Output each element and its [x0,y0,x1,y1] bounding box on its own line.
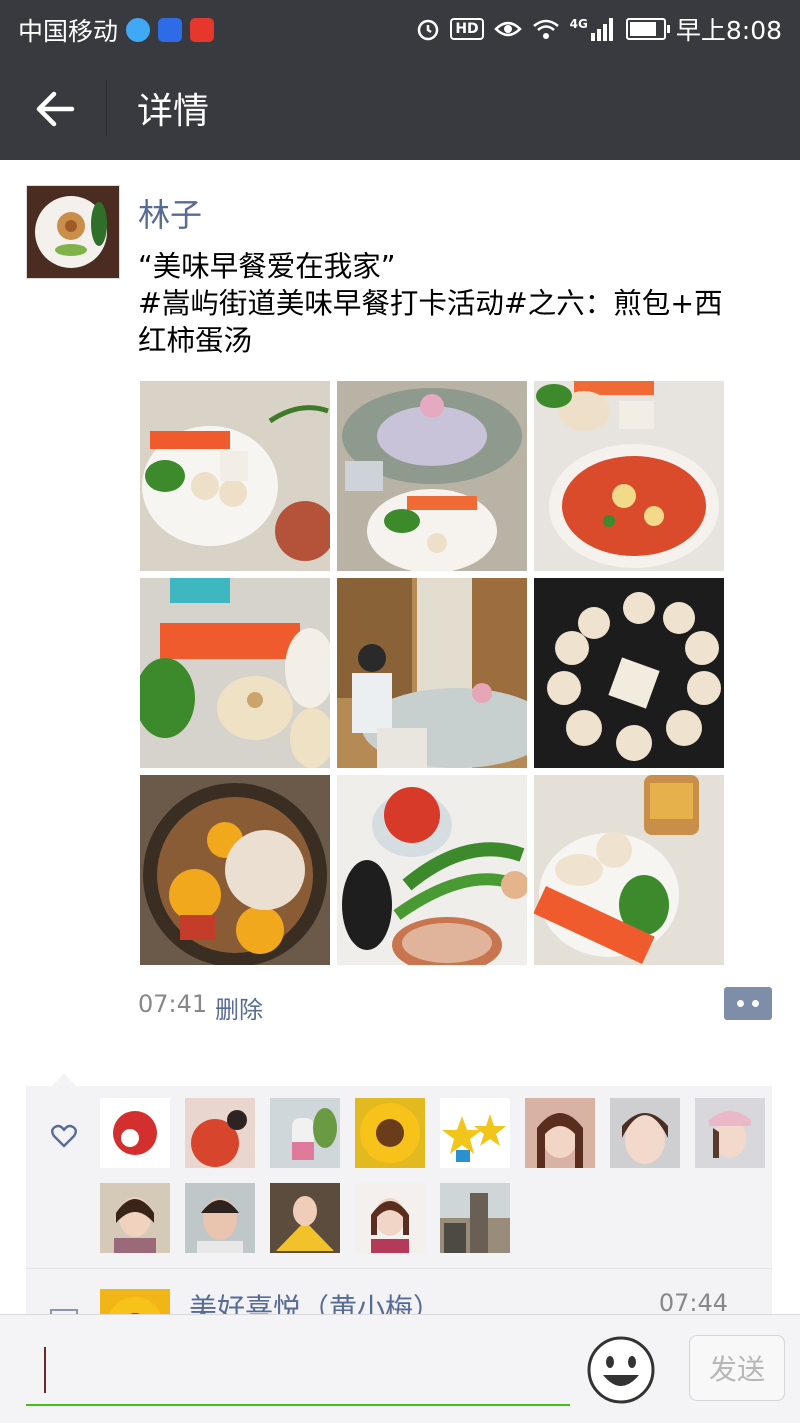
author-avatar[interactable] [26,185,120,279]
liker-avatar[interactable] [100,1183,170,1253]
author-name[interactable]: 林子 [138,190,202,236]
post-photo-7[interactable] [140,775,330,965]
liker-avatar[interactable] [440,1098,510,1168]
comment-time: 07:44 [658,1289,728,1317]
hd-badge: HD [450,18,484,40]
liker-avatar[interactable] [610,1098,680,1168]
liker-avatar[interactable] [355,1098,425,1168]
post-photo-3[interactable] [534,381,724,571]
post-text-line: 红柿蛋汤 [138,324,253,357]
post-text-line: “美味早餐爱在我家” [138,250,396,283]
carrier-label: 中国移动 [18,17,119,46]
page-title: 详情 [137,91,210,132]
post-photo-4[interactable] [140,578,330,768]
post-photo-8[interactable] [337,775,527,965]
signal-icon [590,18,613,41]
more-actions-icon[interactable] [724,987,772,1020]
post-photo-1[interactable] [140,381,330,571]
toutiao-app-icon [190,18,215,42]
clock: 早上8:08 [675,16,782,45]
wifi-icon [532,19,559,39]
post-photo-5[interactable] [337,578,527,768]
post-photo-6[interactable] [534,578,724,768]
likes-panel [26,1073,772,1268]
network-type: 4G [569,17,588,31]
post-text: “美味早餐爱在我家” #嵩屿街道美味早餐打卡活动#之六：煎包+西 红柿蛋汤 [138,248,768,359]
liker-avatar[interactable] [185,1098,255,1168]
heart-icon [51,1124,77,1148]
eye-icon [493,21,522,37]
liker-avatar[interactable] [270,1098,340,1168]
liker-avatar[interactable] [185,1183,255,1253]
liker-avatar[interactable] [695,1098,765,1168]
liker-avatar[interactable] [440,1183,510,1253]
comment-input[interactable] [26,1404,570,1406]
title-divider [106,80,107,136]
delete-button[interactable]: 删除 [215,990,263,1025]
post-text-line: #嵩屿街道美味早餐打卡活动#之六：煎包+西 [138,287,723,320]
liker-avatar[interactable] [355,1183,425,1253]
baidu-app-icon [158,18,183,42]
post-photo-9[interactable] [534,775,724,965]
status-bar: 中国移动 HD 4G 早上8:08 [0,0,800,56]
browser-app-icon [126,18,151,42]
liker-avatar[interactable] [270,1183,340,1253]
liker-avatar[interactable] [100,1098,170,1168]
comment-input-bar: 发送 [0,1314,800,1423]
battery-icon [625,18,670,40]
send-button[interactable]: 发送 [689,1335,785,1401]
alarm-icon [418,19,439,41]
liker-avatar[interactable] [525,1098,595,1168]
title-bar: 详情 [0,56,800,160]
text-caret [44,1347,46,1393]
post-photo-2[interactable] [337,381,527,571]
post-time: 07:41 [138,990,208,1018]
emoji-icon[interactable] [586,1335,656,1405]
back-arrow-icon[interactable] [30,86,80,132]
